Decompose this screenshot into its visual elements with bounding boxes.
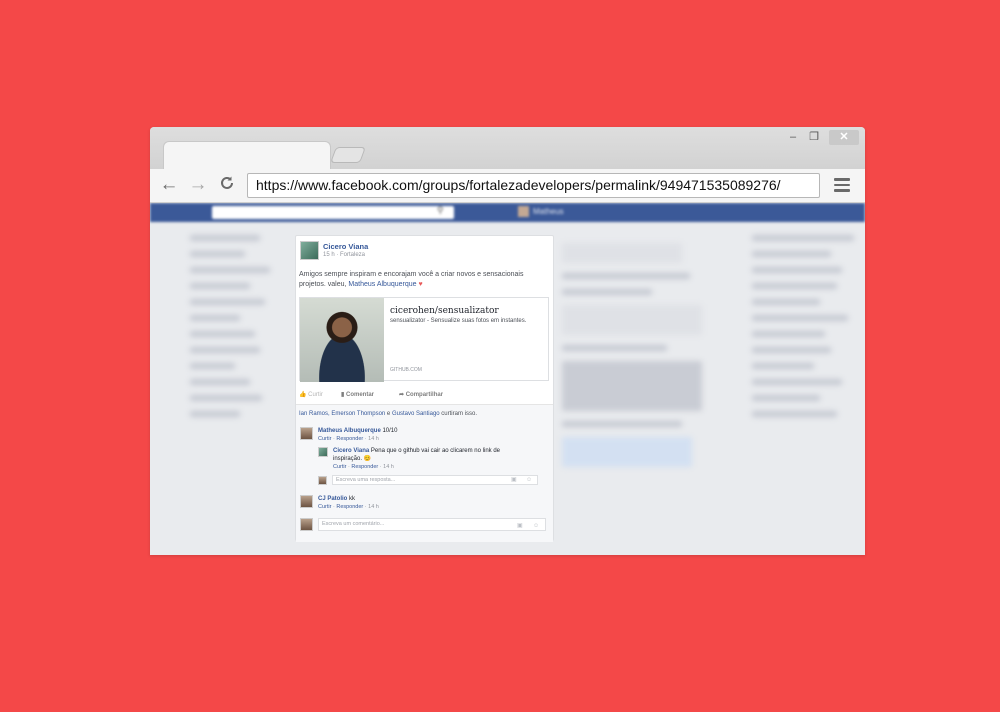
likers-and: e bbox=[385, 411, 392, 417]
left-sidebar-blurred bbox=[190, 225, 290, 555]
comments-section: Ian Ramos, Emerson Thompson e Gustavo Sa… bbox=[296, 404, 553, 542]
reply-meta: Curtir · Responder · 14 h bbox=[333, 464, 394, 470]
like-button[interactable]: 👍 Curtir bbox=[299, 391, 323, 398]
back-arrow-icon[interactable]: ← bbox=[158, 174, 180, 196]
link-description: sensualizator - Sensualize suas fotos em… bbox=[390, 318, 527, 324]
comment-2-time: 14 h bbox=[368, 504, 379, 510]
user-avatar[interactable] bbox=[518, 206, 529, 217]
reply-avatar[interactable] bbox=[318, 447, 328, 457]
link-title[interactable]: cicerohen/sensualizator bbox=[390, 306, 499, 316]
like-label: Curtir bbox=[308, 392, 323, 398]
comment-1-reply[interactable]: Responder bbox=[336, 436, 363, 442]
post-text: Amigos sempre inspiram e encorajam você … bbox=[299, 270, 547, 290]
emoji-icon[interactable]: ☺ bbox=[526, 476, 532, 484]
facebook-search-input[interactable] bbox=[212, 206, 454, 219]
link-preview-card[interactable]: cicerohen/sensualizator sensualizator - … bbox=[299, 297, 549, 382]
post-author[interactable]: Cicero Viana bbox=[323, 242, 368, 251]
comment-input-avatar bbox=[300, 518, 313, 531]
menu-icon[interactable] bbox=[834, 178, 850, 192]
maximize-icon[interactable]: ❐ bbox=[804, 130, 824, 145]
facebook-page: ⚲ Matheus Cicero Viana 15 h · Fortaleza … bbox=[150, 203, 865, 555]
likes-summary: Ian Ramos, Emerson Thompson e Gustavo Sa… bbox=[299, 411, 477, 417]
likers-names[interactable]: Ian Ramos, Emerson Thompson bbox=[299, 411, 385, 417]
comment-avatar[interactable] bbox=[300, 427, 313, 440]
title-bar: – ❐ ✕ bbox=[150, 127, 865, 169]
post-actions: 👍 Curtir ▮ Comentar ➦ Compartilhar bbox=[296, 388, 553, 402]
author-avatar[interactable] bbox=[300, 241, 319, 260]
likers-suffix: curtiram isso. bbox=[439, 411, 477, 417]
reload-glyph bbox=[221, 176, 233, 189]
post-meta: 15 h · Fortaleza bbox=[323, 252, 366, 258]
camera-icon[interactable]: ▣ bbox=[517, 521, 523, 532]
link-preview-image[interactable] bbox=[300, 298, 384, 382]
reply-input-avatar bbox=[318, 476, 327, 485]
forward-arrow-icon[interactable]: → bbox=[187, 174, 209, 196]
new-tab-button[interactable] bbox=[330, 147, 366, 163]
comment-1-time: 14 h bbox=[368, 436, 379, 442]
close-icon[interactable]: ✕ bbox=[829, 130, 859, 145]
comment-2-meta: Curtir · Responder · 14 h bbox=[318, 504, 379, 510]
comment-label: Comentar bbox=[345, 392, 374, 398]
comment-2-reply[interactable]: Responder bbox=[336, 504, 363, 510]
reply-input[interactable]: Escreva uma resposta... ▣ ☺ bbox=[332, 475, 538, 485]
browser-toolbar: ← → https://www.facebook.com/groups/fort… bbox=[150, 169, 865, 203]
mention-link[interactable]: Matheus Albuquerque bbox=[348, 281, 416, 288]
reload-icon[interactable] bbox=[216, 174, 238, 196]
comment-2-body: kk bbox=[347, 496, 356, 502]
share-button[interactable]: ➦ Compartilhar bbox=[399, 391, 443, 398]
comment-icon: ▮ bbox=[341, 392, 345, 398]
post-card: Cicero Viana 15 h · Fortaleza Amigos sem… bbox=[295, 235, 554, 542]
share-label: Compartilhar bbox=[405, 392, 444, 398]
browser-tab[interactable] bbox=[163, 141, 331, 169]
comment-input-placeholder: Escreva um comentário... bbox=[322, 521, 385, 527]
link-domain: GITHUB.COM bbox=[390, 367, 422, 373]
share-icon: ➦ bbox=[399, 392, 405, 398]
reply-reply[interactable]: Responder bbox=[351, 464, 378, 470]
address-bar[interactable]: https://www.facebook.com/groups/fortalez… bbox=[247, 173, 820, 198]
search-icon[interactable]: ⚲ bbox=[437, 205, 444, 216]
camera-icon[interactable]: ▣ bbox=[511, 476, 517, 484]
reply-input-placeholder: Escreva uma resposta... bbox=[336, 477, 396, 483]
comment-2-author[interactable]: CJ Patolio bbox=[318, 496, 347, 502]
comment-1-author[interactable]: Matheus Albuquerque bbox=[318, 428, 381, 434]
reply-time: 14 h bbox=[383, 464, 394, 470]
comment-input[interactable]: Escreva um comentário... ▣ ☺ bbox=[318, 518, 546, 531]
emoji-icon[interactable]: ☺ bbox=[533, 521, 539, 532]
like-icon: 👍 bbox=[299, 392, 307, 398]
browser-window: – ❐ ✕ ← → https://www.facebook.com/group… bbox=[150, 127, 865, 555]
comment-1-body: 10/10 bbox=[380, 428, 398, 434]
reply-text: Cicero Viana Pena que o github vai cair … bbox=[333, 447, 500, 455]
reply-like[interactable]: Curtir bbox=[333, 464, 346, 470]
likers-last[interactable]: Gustavo Santiago bbox=[392, 411, 440, 417]
comment-2-like[interactable]: Curtir bbox=[318, 504, 331, 510]
reply-body: Pena que o github vai cair ao clicarem n… bbox=[369, 448, 500, 454]
reply-author[interactable]: Cicero Viana bbox=[333, 448, 369, 454]
chat-sidebar-blurred bbox=[752, 225, 865, 555]
comment-button[interactable]: ▮ Comentar bbox=[341, 391, 374, 398]
user-name[interactable]: Matheus bbox=[533, 207, 564, 216]
facebook-top-bar: ⚲ Matheus bbox=[150, 203, 865, 222]
comment-1-text: Matheus Albuquerque 10/10 bbox=[318, 427, 397, 435]
comment-avatar[interactable] bbox=[300, 495, 313, 508]
comment-1-like[interactable]: Curtir bbox=[318, 436, 331, 442]
heart-icon: ♥ bbox=[418, 281, 423, 288]
comment-1-meta: Curtir · Responder · 14 h bbox=[318, 436, 379, 442]
comment-2-text: CJ Patolio kk bbox=[318, 495, 355, 503]
reply-text-line2: inspiração. 😊 bbox=[333, 456, 372, 462]
group-info-blurred bbox=[562, 233, 712, 555]
minimize-icon[interactable]: – bbox=[783, 130, 803, 145]
